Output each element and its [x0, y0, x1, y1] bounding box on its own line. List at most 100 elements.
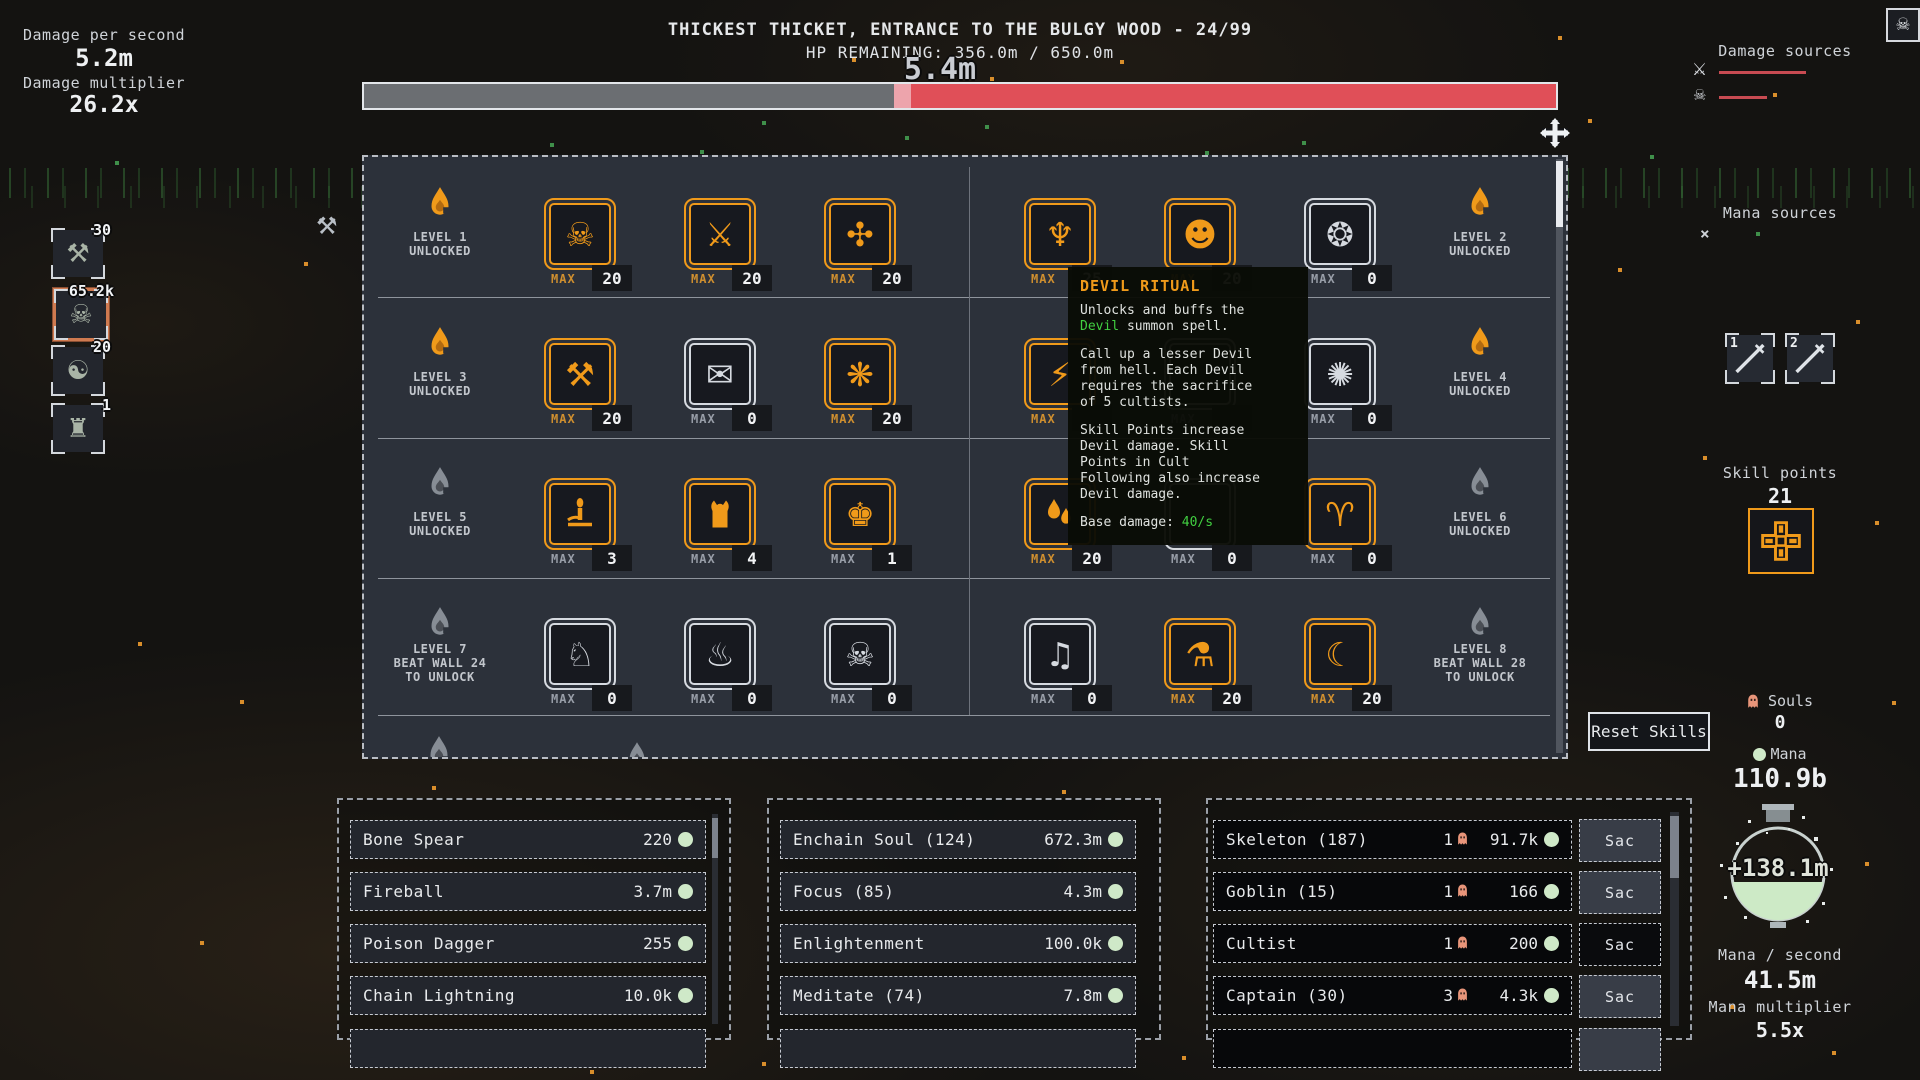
tooltip-title: DEVIL RITUAL [1080, 277, 1296, 295]
soul-ghost-icon [1457, 934, 1468, 953]
poison-source-bar [1719, 96, 1767, 99]
camel-icon: ♘ [565, 638, 595, 671]
sidebar-slot-golem-ability[interactable]: ♜ 1 [53, 405, 103, 452]
melee-source-icon: ⚔ [1692, 60, 1707, 80]
mana-cost-icon [678, 936, 693, 951]
loadout-slot-2[interactable]: 2 [1787, 335, 1833, 382]
level-label: LEVEL 1UNLOCKED [365, 230, 515, 258]
mana-cost-icon [1544, 832, 1559, 847]
spell-row[interactable]: Chain Lightning 10.0k [350, 976, 706, 1015]
bonfire-icon: ♨ [705, 638, 735, 671]
spell-row[interactable]: Fireball 3.7m [350, 872, 706, 911]
skill-points-invested: 1 [872, 545, 912, 571]
level-flame-icon [427, 466, 453, 504]
summon-scrollbar-thumb[interactable] [1670, 816, 1679, 878]
sacrifice-button[interactable]: Sac [1579, 871, 1661, 914]
spell-cost: 10.0k [624, 986, 672, 1005]
skill-arrows[interactable]: ⚔ [689, 203, 751, 265]
level-flame-icon [427, 186, 453, 224]
bestiary-skull-button[interactable]: ☠ [1886, 8, 1920, 42]
skill-toxic-skull[interactable]: ☠ [829, 623, 891, 685]
summon-row[interactable]: Captain (30) 3 4.3k [1213, 976, 1572, 1015]
skill-max-label: MAX [551, 552, 576, 566]
skill-fist[interactable]: ⚒ [549, 343, 611, 405]
spell-row[interactable]: Bone Spear 220 [350, 820, 706, 859]
ram-skull-icon: ♈ [1325, 498, 1355, 531]
skill-camel[interactable]: ♘ [549, 623, 611, 685]
summon-row[interactable]: Skeleton (187) 1 91.7k [1213, 820, 1572, 859]
skill-max-label: MAX [1311, 552, 1336, 566]
mana-cost-icon [1544, 936, 1559, 951]
skill-points-invested: 0 [592, 685, 632, 711]
skill-ram-skull[interactable]: ♈ [1309, 483, 1371, 545]
buff-row[interactable]: Meditate (74) 7.8m [780, 976, 1136, 1015]
skill-max-label: MAX [551, 272, 576, 286]
buff-name: Meditate (74) [793, 986, 1063, 1005]
skill-candle-ritual[interactable] [549, 483, 611, 545]
skill-skull-king[interactable]: ♚ [829, 483, 891, 545]
skill-contract-scroll[interactable]: ✉ [689, 343, 751, 405]
summon-row[interactable]: Goblin (15) 1 166 [1213, 872, 1572, 911]
skill-skull[interactable]: ☠ [549, 203, 611, 265]
potion-icon: ⚗ [1185, 638, 1215, 671]
poison-ability-icon: ☠ [69, 300, 92, 330]
summon-scrollbar[interactable] [1670, 812, 1679, 1026]
skill-points-invested: 20 [872, 405, 912, 431]
mana-cost-icon [678, 988, 693, 1003]
skill-points-invested: 4 [732, 545, 772, 571]
skill-points-label: Skill points [1700, 464, 1860, 482]
skill-points-invested: 0 [1352, 405, 1392, 431]
skill-tree-scrollbar-thumb[interactable] [1556, 161, 1563, 227]
reset-skills-button[interactable]: Reset Skills [1588, 712, 1710, 751]
slot-number: 2 [1790, 336, 1798, 351]
sacrifice-button[interactable]: Sac [1579, 975, 1661, 1018]
spell-row[interactable]: Poison Dagger 255 [350, 924, 706, 963]
skill-potion[interactable]: ⚗ [1169, 623, 1231, 685]
skill-tree-scrollbar[interactable] [1556, 159, 1563, 753]
buff-cost: 7.8m [1063, 986, 1102, 1005]
skill-starburst[interactable]: ✺ [1309, 343, 1371, 405]
sacrifice-button[interactable]: Sac [1579, 819, 1661, 862]
skill-converge[interactable]: ✣ [829, 203, 891, 265]
sacrifice-button[interactable]: Sac [1579, 923, 1661, 966]
shard-burst-icon: ❋ [846, 358, 874, 391]
skill-tree-panel: LEVEL 1UNLOCKED☠ MAX 20⚔ MAX 20✣ MAX 20♆… [362, 155, 1568, 759]
skill-max-label: MAX [691, 692, 716, 706]
summon-row[interactable]: Cultist 1 200 [1213, 924, 1572, 963]
skill-shard-burst[interactable]: ❋ [829, 343, 891, 405]
axe-sprite: ⚒ [316, 212, 338, 240]
mana-multiplier-label: Mana multiplier [1680, 998, 1880, 1016]
panel-move-icon[interactable] [1540, 118, 1570, 152]
sidebar-slot-fist-ability[interactable]: ⚒ 30 [53, 230, 103, 277]
collapse-x-icon[interactable]: × [1700, 224, 1710, 243]
skill-bonfire[interactable]: ♨ [689, 623, 751, 685]
buff-row[interactable]: Enlightenment 100.0k [780, 924, 1136, 963]
sidebar-slot-mind-ability[interactable]: ☯ 20 [53, 347, 103, 394]
damage-float: 5.4m [440, 52, 1440, 87]
level-label: LEVEL 8BEAT WALL 28TO UNLOCK [1405, 642, 1555, 684]
spell-scrollbar[interactable] [712, 814, 718, 1024]
skill-points-invested: 20 [872, 265, 912, 291]
sidebar-slot-poison-ability[interactable]: ☠ 65.2k [53, 288, 109, 341]
spell-cost: 255 [643, 934, 672, 953]
buff-row[interactable]: Enchain Soul (124) 672.3m [780, 820, 1136, 859]
summon-soul-cost: 3 [1443, 986, 1453, 1005]
skill-sun-gear[interactable]: ❂ [1309, 203, 1371, 265]
hp-bar-remaining [911, 84, 1556, 108]
skill-moon[interactable]: ☾ [1309, 623, 1371, 685]
spell-row-partial [350, 1029, 706, 1068]
skill-battle-hymn[interactable]: ♫ [1029, 623, 1091, 685]
loadout-slot-1[interactable]: 1 [1727, 335, 1773, 382]
spell-name: Bone Spear [363, 830, 643, 849]
buff-row[interactable]: Focus (85) 4.3m [780, 872, 1136, 911]
sun-gear-icon: ❂ [1326, 218, 1354, 251]
skull-icon: ☠ [565, 218, 595, 251]
mana-value: 110.9b [1680, 764, 1880, 794]
mana-label-row: Mana [1700, 745, 1860, 763]
skill-cultist-hood[interactable]: ☻ [1169, 203, 1231, 265]
spell-scrollbar-thumb[interactable] [712, 818, 718, 858]
skill-demon[interactable] [689, 483, 751, 545]
skill-devil-ritual[interactable]: ♆ [1029, 203, 1091, 265]
starburst-icon: ✺ [1326, 358, 1354, 391]
row-separator [378, 578, 1550, 579]
